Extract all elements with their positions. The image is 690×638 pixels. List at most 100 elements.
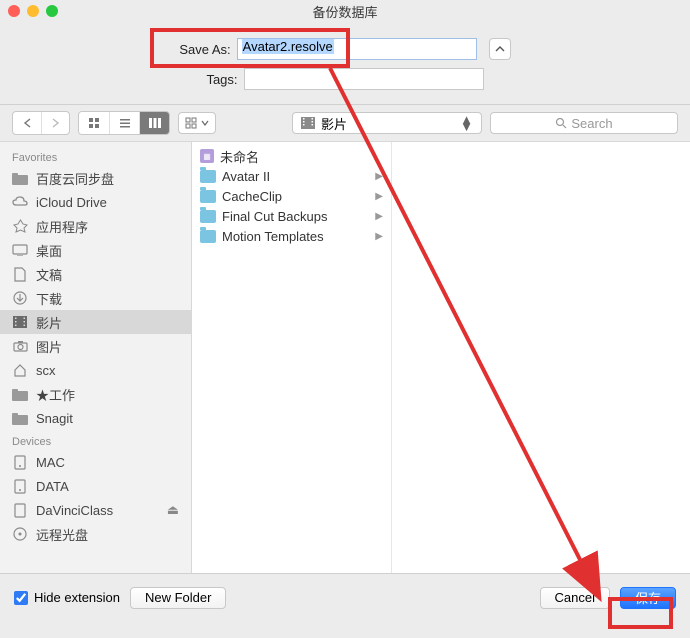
group-icon bbox=[185, 117, 197, 129]
camera-icon bbox=[12, 338, 28, 354]
list-icon bbox=[119, 117, 131, 129]
folder-icon bbox=[12, 386, 28, 402]
sidebar-item[interactable]: scx bbox=[0, 358, 191, 382]
search-icon bbox=[555, 117, 567, 129]
sidebar-item[interactable]: 图片 bbox=[0, 334, 191, 358]
sidebar-item-label: DaVinciClass bbox=[36, 503, 113, 518]
item-label: Avatar II bbox=[222, 169, 270, 184]
sidebar-item-label: 文稿 bbox=[36, 265, 62, 284]
saveas-value: Avatar2.resolve bbox=[242, 39, 334, 54]
chevron-right-icon: ▶ bbox=[375, 211, 383, 222]
item-label: CacheClip bbox=[222, 189, 282, 204]
hide-extension-checkbox[interactable]: Hide extension bbox=[14, 590, 120, 605]
hide-extension-label: Hide extension bbox=[34, 590, 120, 605]
sidebar-item[interactable]: 应用程序 bbox=[0, 214, 191, 238]
location-label: 影片 bbox=[321, 114, 347, 133]
search-field[interactable]: Search bbox=[490, 112, 678, 134]
checkbox-input[interactable] bbox=[14, 591, 28, 605]
disk-icon bbox=[12, 454, 28, 470]
chevron-down-icon bbox=[201, 120, 209, 126]
folder-icon bbox=[200, 190, 216, 203]
sidebar-item-label: 桌面 bbox=[36, 241, 62, 260]
sidebar-item-label: 影片 bbox=[36, 313, 62, 332]
movie-icon bbox=[12, 314, 28, 330]
sidebar-item[interactable]: 远程光盘 bbox=[0, 522, 191, 546]
saveas-label: Save As: bbox=[179, 42, 230, 57]
bottombar: Hide extension New Folder Cancel 保存 bbox=[0, 573, 690, 621]
sidebar-item[interactable]: 影片 bbox=[0, 310, 191, 334]
favorites-header: Favorites bbox=[0, 146, 191, 166]
sidebar-item[interactable]: 文稿 bbox=[0, 262, 191, 286]
grid-icon bbox=[88, 117, 100, 129]
save-button[interactable]: 保存 bbox=[620, 587, 676, 609]
updown-icon: ▲▼ bbox=[460, 116, 473, 130]
item-label: Final Cut Backups bbox=[222, 209, 328, 224]
list-item[interactable]: CacheClip ▶ bbox=[192, 186, 391, 206]
cancel-button[interactable]: Cancel bbox=[540, 587, 610, 609]
apps-icon bbox=[12, 218, 28, 234]
sidebar-item[interactable]: MAC bbox=[0, 450, 191, 474]
saveas-input[interactable]: Avatar2.resolve bbox=[237, 38, 477, 60]
sidebar-item-label: MAC bbox=[36, 455, 65, 470]
chevron-right-icon: ▶ bbox=[375, 231, 383, 242]
sidebar-item[interactable]: Snagit bbox=[0, 406, 191, 430]
main-area: Favorites 百度云同步盘 iCloud Drive 应用程序 桌面 文稿… bbox=[0, 141, 690, 573]
disk-icon bbox=[12, 478, 28, 494]
home-icon bbox=[12, 362, 28, 378]
tags-input[interactable] bbox=[244, 68, 484, 90]
chevron-right-icon: ▶ bbox=[375, 191, 383, 202]
titlebar: 备份数据库 bbox=[0, 0, 690, 22]
sidebar-item[interactable]: ★工作 bbox=[0, 382, 191, 406]
item-label: 未命名 bbox=[220, 147, 259, 166]
chevron-up-icon bbox=[495, 44, 505, 54]
sidebar-item-label: DATA bbox=[36, 479, 69, 494]
list-item[interactable]: Avatar II ▶ bbox=[192, 166, 391, 186]
column-view-button[interactable] bbox=[139, 112, 169, 134]
sidebar-item[interactable]: iCloud Drive bbox=[0, 190, 191, 214]
sidebar-item-label: 应用程序 bbox=[36, 217, 88, 236]
sidebar-item-label: 下载 bbox=[36, 289, 62, 308]
icon-view-button[interactable] bbox=[79, 112, 109, 134]
location-popup[interactable]: 影片 ▲▼ bbox=[292, 112, 482, 134]
list-item[interactable]: Final Cut Backups ▶ bbox=[192, 206, 391, 226]
chevron-right-icon bbox=[51, 118, 60, 128]
sidebar-item-label: Snagit bbox=[36, 411, 73, 426]
new-folder-button[interactable]: New Folder bbox=[130, 587, 226, 609]
eject-icon[interactable]: ⏏ bbox=[167, 502, 179, 518]
folder-icon bbox=[200, 210, 216, 223]
doc-icon bbox=[12, 266, 28, 282]
file-column: ▦未命名 Avatar II ▶ CacheClip ▶ Final Cut Bac… bbox=[192, 142, 392, 573]
folder-icon bbox=[200, 230, 216, 243]
devices-header: Devices bbox=[0, 430, 191, 450]
forward-button[interactable] bbox=[41, 112, 69, 134]
toolbar: 影片 ▲▼ Search bbox=[0, 105, 690, 141]
desktop-icon bbox=[12, 242, 28, 258]
view-group bbox=[78, 111, 170, 135]
arrange-button[interactable] bbox=[178, 112, 216, 134]
columns-icon bbox=[148, 117, 162, 129]
empty-column bbox=[392, 142, 690, 573]
sidebar: Favorites 百度云同步盘 iCloud Drive 应用程序 桌面 文稿… bbox=[0, 142, 192, 573]
sidebar-item[interactable]: 下载 bbox=[0, 286, 191, 310]
list-view-button[interactable] bbox=[109, 112, 139, 134]
sidebar-item-label: 百度云同步盘 bbox=[36, 169, 114, 188]
back-button[interactable] bbox=[13, 112, 41, 134]
usb-icon bbox=[12, 502, 28, 518]
sidebar-item[interactable]: 百度云同步盘 bbox=[0, 166, 191, 190]
folder-icon bbox=[12, 410, 28, 426]
window-title: 备份数据库 bbox=[0, 2, 690, 21]
chevron-right-icon: ▶ bbox=[375, 171, 383, 182]
sidebar-item-label: iCloud Drive bbox=[36, 195, 107, 210]
list-item[interactable]: Motion Templates ▶ bbox=[192, 226, 391, 246]
nav-group bbox=[12, 111, 70, 135]
download-icon bbox=[12, 290, 28, 306]
search-placeholder: Search bbox=[571, 116, 612, 131]
item-label: Motion Templates bbox=[222, 229, 324, 244]
chevron-left-icon bbox=[23, 118, 32, 128]
expand-button[interactable] bbox=[489, 38, 511, 60]
sidebar-item[interactable]: DaVinciClass ⏏ bbox=[0, 498, 191, 522]
sidebar-item-label: 远程光盘 bbox=[36, 525, 88, 544]
sidebar-item[interactable]: 桌面 bbox=[0, 238, 191, 262]
list-item[interactable]: ▦未命名 bbox=[192, 146, 391, 166]
sidebar-item[interactable]: DATA bbox=[0, 474, 191, 498]
